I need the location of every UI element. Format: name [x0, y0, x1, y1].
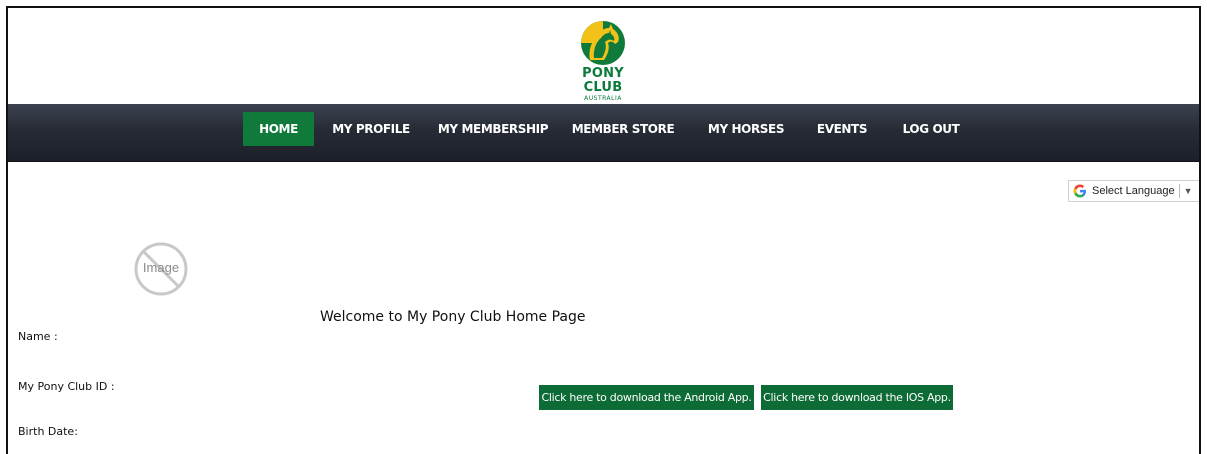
nav-my-profile[interactable]: MY PROFILE: [324, 112, 418, 146]
birth-date-label: Birth Date:: [18, 425, 78, 438]
language-label: Select Language: [1092, 185, 1175, 197]
site-header: PONY CLUB AUSTRALIA: [8, 8, 1199, 104]
chevron-down-icon: ▼: [1183, 186, 1193, 196]
brand-subtitle: AUSTRALIA: [584, 95, 622, 102]
nav-my-membership[interactable]: MY MEMBERSHIP: [433, 112, 553, 146]
name-label: Name :: [18, 330, 58, 343]
nav-my-horses[interactable]: MY HORSES: [701, 112, 791, 146]
language-divider: [1178, 184, 1180, 198]
nav-member-store[interactable]: MEMBER STORE: [570, 112, 676, 146]
welcome-heading: Welcome to My Pony Club Home Page: [320, 309, 586, 325]
ios-app-download-button[interactable]: Click here to download the IOS App.: [761, 385, 953, 410]
nav-events[interactable]: EVENTS: [807, 112, 877, 146]
page-frame: PONY CLUB AUSTRALIA HOME MY PROFILE MY M…: [6, 6, 1201, 454]
pony-club-emblem-icon: [581, 21, 625, 65]
main-navbar: HOME MY PROFILE MY MEMBERSHIP MEMBER STO…: [8, 104, 1199, 162]
pony-club-logo[interactable]: PONY CLUB AUSTRALIA: [563, 20, 643, 102]
brand-title: PONY CLUB: [582, 66, 624, 95]
image-placeholder-text: Image: [142, 260, 180, 275]
pony-club-id-label: My Pony Club ID :: [18, 380, 115, 393]
profile-image-placeholder: Image: [132, 240, 190, 298]
google-g-icon: [1073, 184, 1086, 198]
nav-home[interactable]: HOME: [243, 112, 314, 146]
language-select[interactable]: Select Language ▼: [1068, 180, 1199, 202]
android-app-download-button[interactable]: Click here to download the Android App.: [539, 385, 754, 410]
nav-log-out[interactable]: LOG OUT: [893, 112, 969, 146]
